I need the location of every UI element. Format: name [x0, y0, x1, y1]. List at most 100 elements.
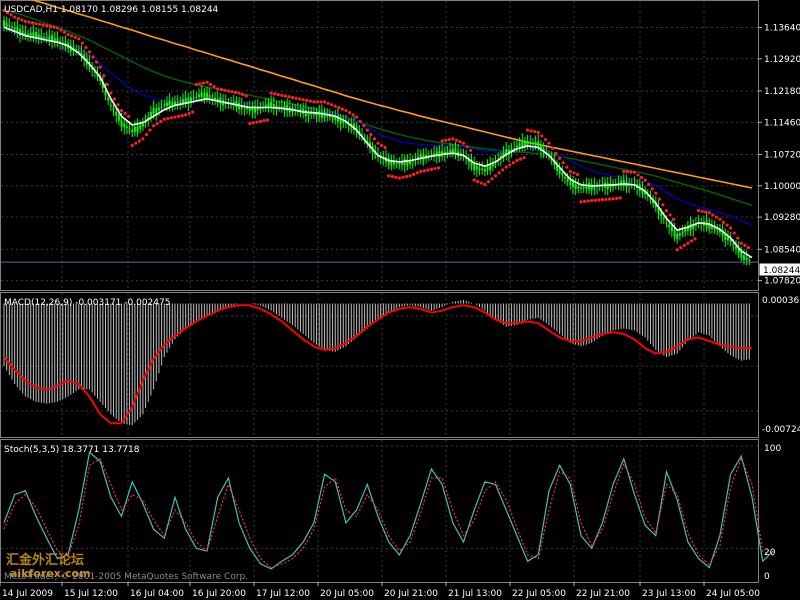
sar-dot	[622, 169, 626, 174]
sar-dot	[639, 175, 644, 180]
sar-dot	[579, 200, 583, 204]
sar-dot	[590, 198, 594, 203]
sar-dot	[194, 82, 198, 87]
sar-dot	[280, 93, 284, 97]
sar-dot	[454, 138, 458, 142]
sar-dot	[461, 141, 466, 145]
candle	[526, 140, 529, 145]
sar-dot	[607, 197, 612, 201]
sar-dot	[497, 171, 501, 175]
time-axis-label: 14 Jul 2009	[2, 589, 53, 599]
sar-dot	[62, 30, 67, 34]
sar-dot	[365, 128, 369, 132]
sar-dot	[91, 55, 95, 59]
time-axis-label: 20 Jul 21:00	[384, 589, 438, 599]
candle	[206, 92, 209, 98]
candle	[120, 120, 123, 127]
time-axis-label: 16 Jul 04:00	[130, 589, 184, 599]
sar-dot	[290, 95, 295, 100]
candle	[662, 217, 665, 220]
sar-dot	[415, 171, 419, 175]
candle	[483, 169, 486, 172]
sar-dot	[73, 35, 77, 39]
sar-dot	[472, 178, 476, 182]
sar-dot	[561, 161, 565, 165]
sar-dot	[301, 98, 305, 102]
candle	[32, 32, 35, 38]
sar-dot	[636, 173, 640, 177]
sar-dot	[526, 128, 530, 132]
sar-dot	[223, 88, 227, 92]
sar-dot	[344, 108, 348, 113]
sar-dot	[337, 106, 341, 110]
sar-dot	[269, 91, 273, 95]
candle	[3, 20, 5, 27]
sar-dot	[112, 97, 117, 101]
sar-dot	[66, 32, 70, 37]
candle	[141, 123, 144, 127]
sar-dot	[105, 82, 109, 87]
candle	[564, 177, 566, 179]
sar-dot	[180, 114, 184, 118]
candle	[304, 110, 307, 117]
sar-dot	[98, 65, 102, 69]
sar-dot	[739, 241, 743, 245]
candle	[246, 107, 249, 110]
sar-dot	[134, 141, 138, 145]
sar-dot	[550, 146, 555, 150]
sar-dot	[469, 148, 473, 153]
candle	[286, 104, 289, 111]
sar-dot	[586, 199, 590, 203]
time-axis-label: 23 Jul 13:00	[642, 589, 696, 599]
sar-dot	[615, 196, 619, 201]
candle	[198, 94, 201, 98]
sar-dot	[707, 211, 711, 215]
time-axis-label: 22 Jul 05:00	[512, 589, 566, 599]
sar-dot	[312, 100, 316, 104]
candle	[168, 100, 171, 107]
sar-dot	[340, 107, 344, 111]
sar-dot	[276, 93, 280, 97]
sar-dot	[287, 95, 291, 99]
sar-dot	[604, 197, 608, 202]
candle	[11, 26, 14, 29]
candle	[673, 230, 676, 237]
sar-dot	[686, 241, 690, 245]
sar-dot	[533, 129, 537, 134]
sar-dot	[322, 100, 327, 104]
candle	[531, 142, 534, 144]
price-tick-label: 1.12920	[764, 55, 800, 65]
sar-dot	[251, 121, 255, 125]
time-axis-label: 16 Jul 20:00	[192, 589, 246, 599]
symbol-header: USDCAD,H1 1.08170 1.08296 1.08155 1.0824…	[4, 5, 219, 15]
sar-dot	[127, 114, 131, 118]
price-tick-label: 1.09280	[764, 213, 800, 223]
candle	[107, 97, 110, 101]
sar-dot	[625, 170, 629, 174]
candle	[157, 107, 160, 111]
candle	[670, 226, 673, 232]
time-axis-label: 22 Jul 21:00	[576, 589, 630, 599]
sar-dot	[419, 169, 423, 174]
sar-dot	[244, 94, 248, 98]
candle	[473, 163, 476, 171]
sar-dot	[216, 87, 220, 91]
sar-dot	[59, 28, 63, 32]
sar-dot	[412, 172, 416, 176]
sar-dot	[198, 82, 202, 86]
candle	[176, 102, 179, 104]
candle	[561, 172, 564, 176]
sar-dot	[429, 167, 434, 171]
sar-dot	[647, 182, 651, 187]
sar-dot	[486, 179, 491, 184]
stoch-tick-100: 100	[764, 444, 781, 454]
sar-dot	[483, 182, 487, 187]
sar-dot	[597, 198, 601, 202]
candle	[139, 125, 142, 129]
sar-dot	[679, 245, 683, 250]
sar-dot	[283, 94, 287, 98]
chart-canvas[interactable]: USDCAD,H1 1.08170 1.08296 1.08155 1.0824…	[0, 0, 800, 600]
sar-dot	[568, 169, 572, 174]
candle	[152, 107, 155, 115]
candle	[475, 165, 478, 170]
